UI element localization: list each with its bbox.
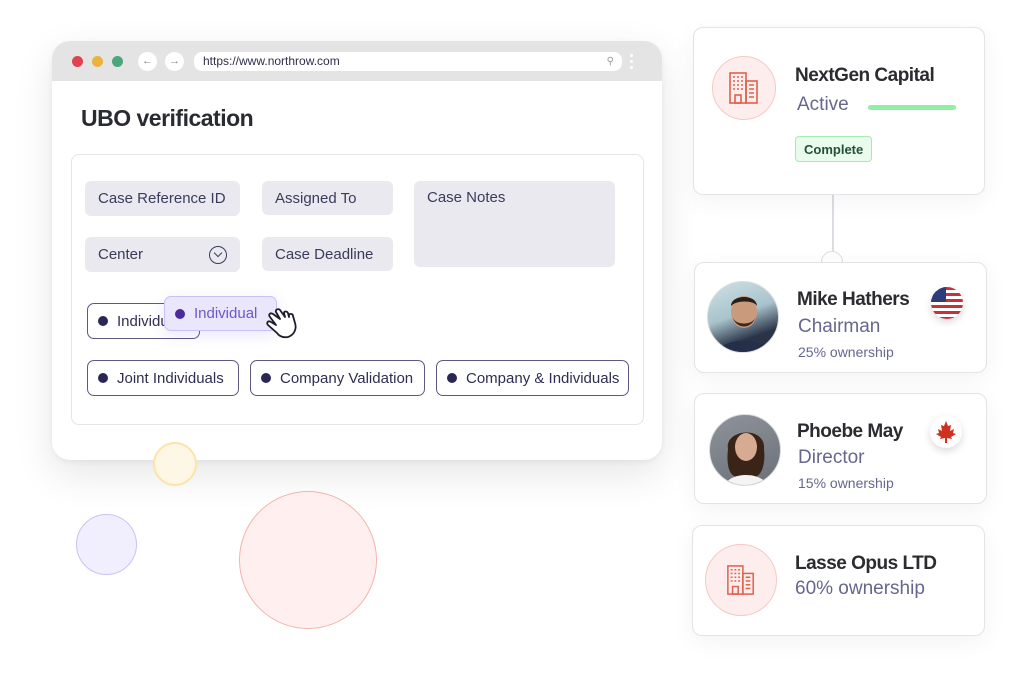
assigned-to-placeholder: Assigned To [275, 189, 357, 207]
building-icon [712, 56, 776, 120]
decorative-circle-pink [239, 491, 377, 629]
page-title: UBO verification [81, 105, 254, 131]
company-status: Active [797, 94, 849, 115]
search-icon[interactable]: ⚲ [607, 56, 614, 67]
back-button[interactable]: ← [138, 51, 157, 71]
building-icon [705, 544, 777, 616]
chevron-down-icon[interactable] [209, 245, 227, 264]
ownership-text: 25% ownership [798, 344, 894, 360]
case-type-company-and-individuals[interactable]: Company & Individuals [436, 360, 629, 396]
chip-label: Individual [194, 305, 258, 322]
ownership-text: 60% ownership [795, 578, 925, 599]
bullet-icon [447, 373, 457, 383]
ownership-text: 15% ownership [798, 475, 894, 491]
person-role: Chairman [798, 316, 881, 337]
assigned-to-field[interactable]: Assigned To [262, 181, 393, 215]
person-name: Mike Hathers [797, 289, 910, 310]
company-name: NextGen Capital [795, 65, 935, 86]
status-badge: Complete [795, 136, 873, 162]
canada-flag-icon [930, 416, 962, 448]
maximize-window-button[interactable] [112, 55, 123, 67]
person-card-mike-hathers[interactable]: Mike Hathers Chairman 25% ownership [694, 262, 987, 373]
company-card-lasse-opus[interactable]: Lasse Opus LTD 60% ownership [692, 525, 985, 636]
kebab-menu-icon[interactable] [630, 53, 633, 69]
bullet-icon [261, 373, 271, 383]
bullet-icon [98, 316, 108, 326]
chip-label: Company & Individuals [466, 369, 620, 387]
us-flag-icon [931, 287, 963, 319]
company-card-nextgen[interactable]: NextGen Capital Active Complete [693, 27, 985, 195]
status-progress-bar [868, 105, 956, 110]
browser-window: ← → https://www.northrow.com ⚲ UBO verif… [52, 41, 662, 460]
url-text: https://www.northrow.com [203, 54, 340, 68]
decorative-circle-yellow [153, 442, 197, 486]
case-type-joint-individuals[interactable]: Joint Individuals [87, 360, 239, 396]
dragging-chip-individual[interactable]: Individual [164, 296, 277, 331]
case-type-company-validation[interactable]: Company Validation [250, 360, 425, 396]
avatar [709, 414, 781, 486]
center-placeholder: Center [98, 246, 144, 263]
connector-line [832, 195, 834, 252]
avatar [707, 281, 779, 353]
case-deadline-field[interactable]: Case Deadline [262, 237, 393, 271]
bullet-icon [98, 373, 108, 383]
close-window-button[interactable] [72, 55, 83, 67]
case-deadline-placeholder: Case Deadline [275, 245, 374, 263]
company-name: Lasse Opus LTD [795, 553, 937, 574]
bullet-icon [175, 308, 185, 319]
case-notes-placeholder: Case Notes [427, 189, 506, 206]
forward-button[interactable]: → [165, 51, 184, 71]
center-select[interactable]: Center [85, 237, 240, 272]
person-role: Director [798, 447, 865, 468]
hand-cursor-icon [266, 308, 297, 339]
decorative-circle-purple [76, 514, 137, 575]
chip-label: Joint Individuals [117, 369, 224, 387]
arrow-right-icon: → [169, 55, 180, 67]
browser-toolbar: ← → https://www.northrow.com ⚲ [52, 41, 662, 81]
case-reference-id-placeholder: Case Reference ID [98, 190, 226, 207]
person-name: Phoebe May [797, 421, 903, 442]
person-card-phoebe-may[interactable]: Phoebe May Director 15% ownership [694, 393, 987, 504]
arrow-left-icon: ← [142, 55, 153, 67]
case-notes-field[interactable]: Case Notes [414, 181, 615, 267]
minimize-window-button[interactable] [92, 55, 103, 67]
address-bar[interactable]: https://www.northrow.com ⚲ [194, 51, 622, 71]
case-reference-id-field[interactable]: Case Reference ID [85, 181, 240, 216]
chip-label: Company Validation [280, 369, 414, 387]
